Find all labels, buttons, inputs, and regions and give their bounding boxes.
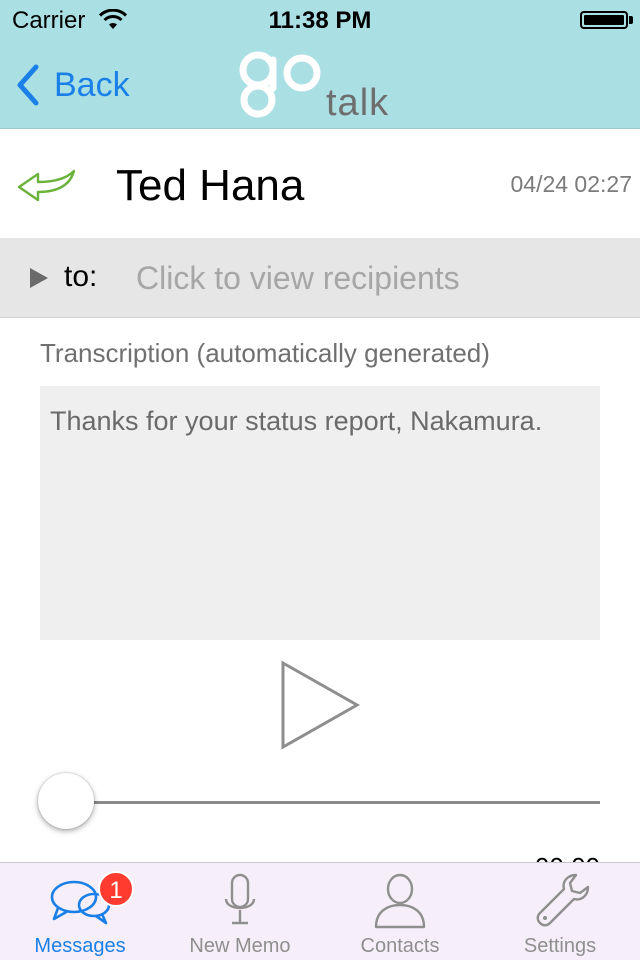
recipients-prefix: to: <box>64 260 98 293</box>
wrench-icon <box>536 873 590 927</box>
recipients-placeholder: Click to view recipients <box>136 260 460 296</box>
unread-badge: 1 <box>98 871 134 907</box>
chevron-left-icon <box>17 64 39 106</box>
go-logo-mark <box>239 51 321 118</box>
tab-new-memo[interactable]: New Memo <box>160 863 320 961</box>
battery-tip <box>629 16 633 24</box>
back-button[interactable]: Back <box>14 62 130 108</box>
playback-slider-thumb[interactable] <box>38 773 94 829</box>
play-icon[interactable] <box>278 660 362 750</box>
disclosure-triangle-icon <box>30 268 48 288</box>
tab-messages[interactable]: 1 Messages <box>0 863 160 961</box>
navigation-header: Carrier 11:38 PM Back talk <box>0 0 640 129</box>
tab-contacts[interactable]: Contacts <box>320 863 480 961</box>
recipients-row[interactable]: to: Click to view recipients <box>0 238 640 318</box>
tab-settings-label: Settings <box>523 935 597 957</box>
playback-slider-track[interactable] <box>66 801 600 804</box>
tab-settings[interactable]: Settings <box>480 863 640 961</box>
transcription-label: Transcription (automatically generated) <box>40 338 490 368</box>
tab-bar: 1 Messages New Memo Contacts Settings <box>0 862 640 960</box>
status-clock: 11:38 PM <box>268 7 372 34</box>
reply-arrow-icon[interactable] <box>16 167 76 203</box>
sender-name: Ted Hana <box>116 161 305 210</box>
message-header: Ted Hana 04/24 02:27 <box>0 129 640 238</box>
app-logo: talk <box>234 44 404 130</box>
back-label: Back <box>54 65 130 104</box>
transcription-text: Thanks for your status report, Nakamura. <box>40 386 600 640</box>
tab-contacts-label: Contacts <box>360 935 440 957</box>
message-date: 04/24 02:27 <box>510 171 632 197</box>
status-bar: Carrier 11:38 PM <box>0 0 640 40</box>
person-icon <box>374 873 426 929</box>
microphone-icon <box>224 873 256 925</box>
logo-talk-text: talk <box>326 82 390 124</box>
tab-new-memo-label: New Memo <box>189 935 291 957</box>
tab-messages-label: Messages <box>34 935 126 957</box>
battery-icon <box>580 11 628 29</box>
